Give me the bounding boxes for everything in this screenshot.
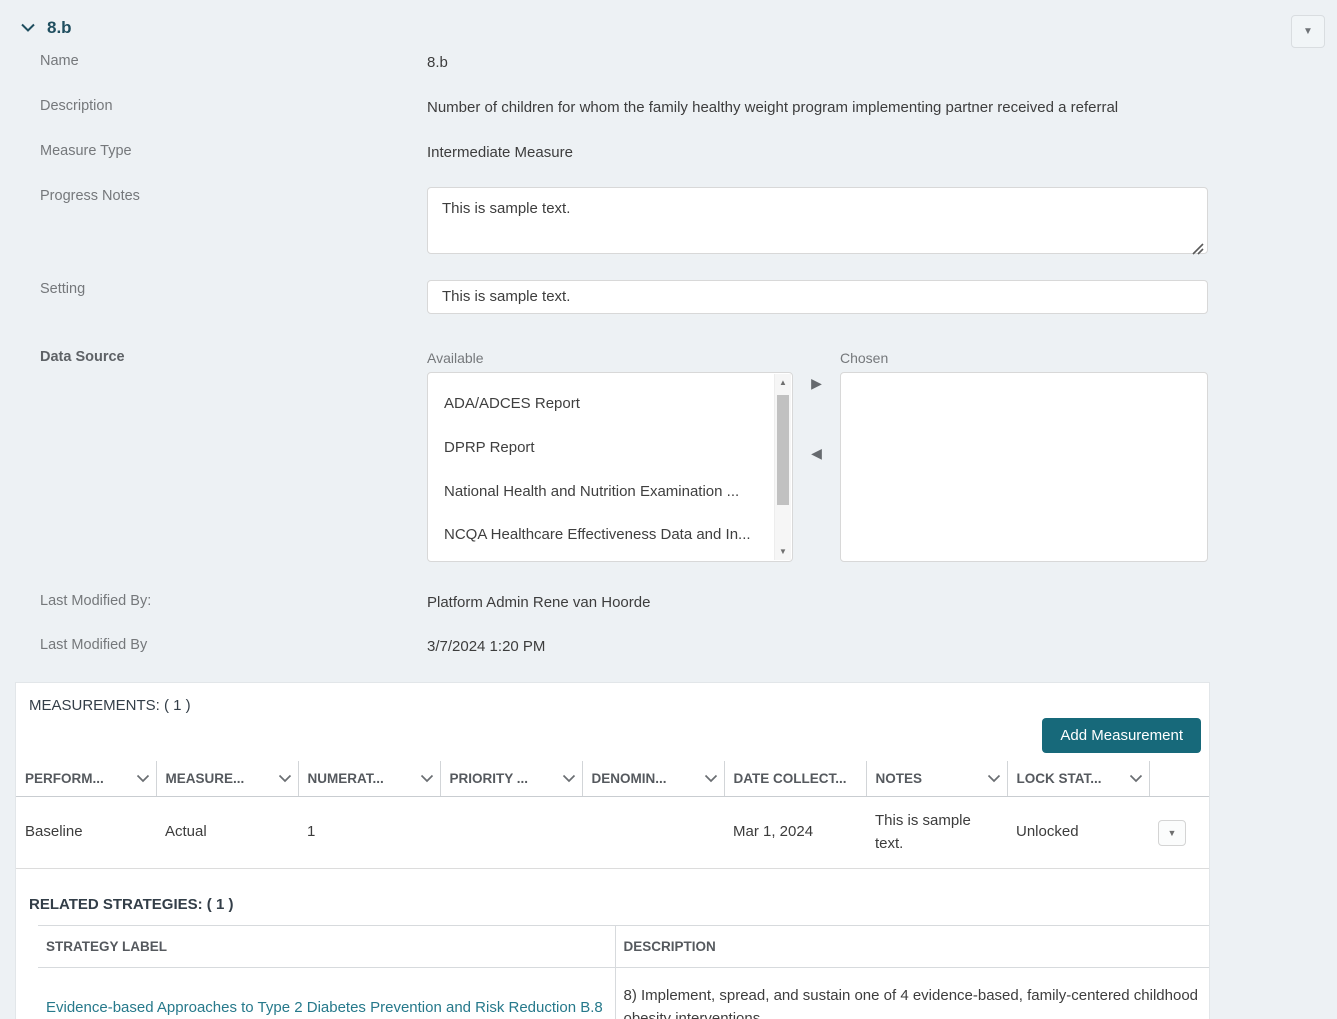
- column-header-date-collected[interactable]: DATE COLLECT...: [724, 761, 866, 797]
- related-strategies-title: RELATED STRATEGIES: ( 1 ): [29, 896, 1209, 913]
- related-strategies-table: STRATEGY LABEL DESCRIPTION Evidence-base…: [38, 925, 1209, 1019]
- field-row-name: Name 8.b: [0, 50, 1337, 95]
- cell-strategy-description: 8) Implement, spread, and sustain one of…: [615, 968, 1209, 1019]
- related-strategy-row: Evidence-based Approaches to Type 2 Diab…: [38, 968, 1209, 1019]
- measurement-row: Baseline Actual 1 Mar 1, 2024 This is sa…: [16, 797, 1209, 869]
- column-header-actions: [1149, 761, 1209, 797]
- measurements-title: MEASUREMENTS: ( 1 ): [16, 683, 1209, 714]
- scrollbar-thumb[interactable]: [777, 395, 789, 505]
- progress-notes-label: Progress Notes: [0, 185, 427, 204]
- available-listbox: ADA/ADCES Report DPRP Report National He…: [427, 372, 793, 562]
- column-header-strategy-label: STRATEGY LABEL: [38, 926, 615, 968]
- collapse-chevron-icon[interactable]: [20, 20, 36, 36]
- data-source-label: Data Source: [0, 346, 427, 365]
- scroll-up-icon[interactable]: ▲: [775, 374, 791, 391]
- cell-performance: Baseline: [16, 797, 156, 869]
- available-list-item[interactable]: ADA/ADCES Report: [428, 382, 792, 426]
- column-header-denominator[interactable]: DENOMIN...: [582, 761, 724, 797]
- column-header-lock-status[interactable]: LOCK STAT...: [1007, 761, 1149, 797]
- last-modified-by-name-value: Platform Admin Rene van Hoorde: [427, 590, 1208, 614]
- column-header-measure-type[interactable]: MEASURE...: [156, 761, 298, 797]
- move-to-available-button[interactable]: ◀: [811, 446, 822, 460]
- field-row-progress-notes: Progress Notes This is sample text.: [0, 185, 1337, 261]
- measurements-table: PERFORM... MEASURE... NUMERAT...: [16, 761, 1209, 869]
- description-value: Number of children for whom the family h…: [427, 95, 1208, 119]
- setting-label: Setting: [0, 278, 427, 297]
- cell-notes: This is sample text.: [866, 797, 1007, 869]
- cell-priority: [440, 797, 582, 869]
- scroll-down-icon[interactable]: ▼: [775, 543, 791, 560]
- cell-measure-type: Actual: [156, 797, 298, 869]
- available-scrollbar[interactable]: ▲ ▼: [774, 374, 791, 560]
- setting-input[interactable]: [427, 280, 1208, 314]
- field-row-data-source: Data Source Available ADA/ADCES Report D…: [0, 346, 1337, 562]
- description-label: Description: [0, 95, 427, 114]
- sort-chevron-icon[interactable]: [420, 774, 434, 783]
- field-row-last-modified-by-name: Last Modified By: Platform Admin Rene va…: [0, 590, 1337, 634]
- last-modified-by-name-label: Last Modified By:: [0, 590, 427, 609]
- related-strategies-header-row: STRATEGY LABEL DESCRIPTION: [38, 926, 1209, 968]
- page-title: 8.b: [47, 18, 72, 38]
- caret-down-icon: ▼: [1168, 828, 1177, 838]
- sort-chevron-icon[interactable]: [562, 774, 576, 783]
- header-actions-dropdown-button[interactable]: ▼: [1291, 15, 1325, 48]
- cell-denominator: [582, 797, 724, 869]
- measurement-row-actions-button[interactable]: ▼: [1158, 820, 1186, 846]
- measure-type-label: Measure Type: [0, 140, 427, 159]
- field-row-setting: Setting: [0, 278, 1337, 314]
- cell-lock-status: Unlocked: [1007, 797, 1149, 869]
- available-list-item[interactable]: NCQA Healthcare Effectiveness Data and I…: [428, 513, 792, 557]
- cell-date-collected: Mar 1, 2024: [724, 797, 866, 869]
- sort-chevron-icon[interactable]: [1129, 774, 1143, 783]
- sort-chevron-icon[interactable]: [704, 774, 718, 783]
- caret-right-icon: ▶: [811, 375, 822, 391]
- measure-header: 8.b ▼: [0, 0, 1337, 50]
- sort-chevron-icon[interactable]: [136, 774, 150, 783]
- caret-left-icon: ◀: [811, 445, 822, 461]
- field-row-description: Description Number of children for whom …: [0, 95, 1337, 140]
- available-label: Available: [427, 348, 793, 368]
- measure-type-value: Intermediate Measure: [427, 140, 1208, 164]
- column-header-priority[interactable]: PRIORITY ...: [440, 761, 582, 797]
- column-header-notes[interactable]: NOTES: [866, 761, 1007, 797]
- column-header-performance[interactable]: PERFORM...: [16, 761, 156, 797]
- move-to-chosen-button[interactable]: ▶: [811, 376, 822, 390]
- available-list-item[interactable]: DPRP Report: [428, 426, 792, 470]
- measurements-panel: MEASUREMENTS: ( 1 ) Add Measurement PERF…: [15, 682, 1210, 1019]
- chosen-listbox[interactable]: [840, 372, 1208, 562]
- last-modified-by-date-value: 3/7/2024 1:20 PM: [427, 634, 1208, 658]
- column-header-strategy-description: DESCRIPTION: [615, 926, 1209, 968]
- add-measurement-button[interactable]: Add Measurement: [1042, 718, 1201, 753]
- name-value: 8.b: [427, 50, 1208, 74]
- sort-chevron-icon[interactable]: [987, 774, 1001, 783]
- column-header-numerator[interactable]: NUMERAT...: [298, 761, 440, 797]
- measure-detail-page: 8.b ▼ Name 8.b Description Number of chi…: [0, 0, 1337, 1019]
- chosen-label: Chosen: [840, 348, 1208, 368]
- sort-chevron-icon[interactable]: [278, 774, 292, 783]
- strategy-link[interactable]: Evidence-based Approaches to Type 2 Diab…: [46, 999, 603, 1016]
- available-list-item[interactable]: National Health and Nutrition Examinatio…: [428, 470, 792, 514]
- name-label: Name: [0, 50, 427, 69]
- last-modified-by-date-label: Last Modified By: [0, 634, 427, 653]
- field-row-measure-type: Measure Type Intermediate Measure: [0, 140, 1337, 185]
- progress-notes-textarea[interactable]: This is sample text.: [427, 187, 1208, 254]
- field-row-last-modified-by-date: Last Modified By 3/7/2024 1:20 PM: [0, 634, 1337, 678]
- cell-numerator: 1: [298, 797, 440, 869]
- measurements-header-row: PERFORM... MEASURE... NUMERAT...: [16, 761, 1209, 797]
- caret-down-icon: ▼: [1303, 26, 1313, 37]
